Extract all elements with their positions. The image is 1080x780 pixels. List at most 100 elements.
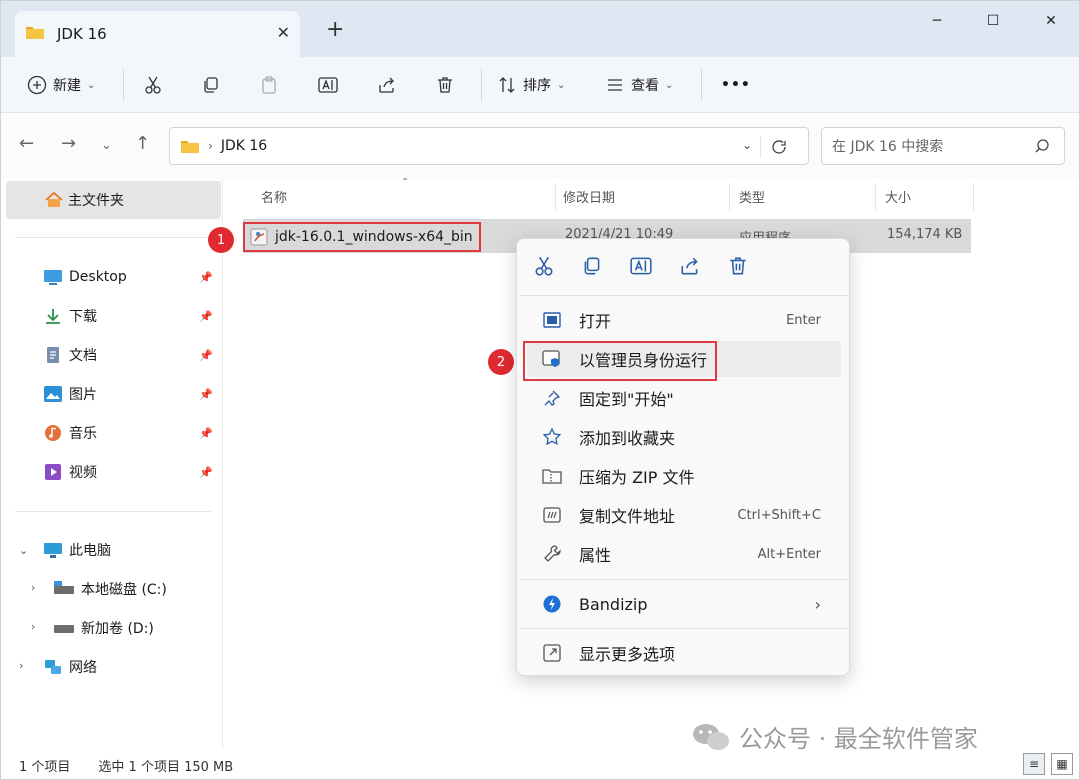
column-header-name[interactable]: 名称 xyxy=(261,179,287,213)
show-more-icon xyxy=(541,643,563,663)
copy-icon xyxy=(204,77,218,93)
trash-icon[interactable] xyxy=(727,255,749,277)
menu-item-copy-path[interactable]: 复制文件地址 Ctrl+Shift+C xyxy=(527,497,841,533)
sidebar-item-network[interactable]: 网络 xyxy=(43,649,221,685)
new-button[interactable]: 新建 ⌄ xyxy=(27,69,95,101)
sidebar-item-music[interactable]: 音乐 📌 xyxy=(43,415,221,451)
sidebar-item-drive-d[interactable]: 新加卷 (D:) xyxy=(53,610,221,646)
paste-button[interactable] xyxy=(259,69,279,101)
menu-item-open[interactable]: 打开 Enter xyxy=(527,302,841,338)
chevron-right-icon[interactable]: › xyxy=(31,581,35,594)
close-button[interactable]: ✕ xyxy=(1031,11,1071,31)
sidebar-item-label: 音乐 xyxy=(69,426,97,442)
search-input[interactable]: 在 JDK 16 中搜索 xyxy=(821,127,1065,165)
pin-icon[interactable]: 📌 xyxy=(199,388,213,401)
context-menu: 打开 Enter 以管理员身份运行 固定到"开始" 添加到收藏夹 压缩为 ZIP… xyxy=(516,238,850,676)
menu-item-pin-to-start[interactable]: 固定到"开始" xyxy=(527,380,841,416)
up-arrow-icon[interactable]: ↑ xyxy=(135,135,150,153)
minimize-button[interactable]: ─ xyxy=(917,11,957,31)
scissors-icon[interactable] xyxy=(533,255,555,277)
sort-icon xyxy=(499,77,515,93)
menu-item-label: 打开 xyxy=(579,312,612,331)
sidebar-item-videos[interactable]: 视频 📌 xyxy=(43,454,221,490)
column-header-size[interactable]: 大小 xyxy=(885,179,911,213)
sidebar-item-home[interactable]: 主文件夹 xyxy=(6,181,221,219)
chevron-down-icon[interactable]: ⌄ xyxy=(19,544,28,557)
pin-icon[interactable]: 📌 xyxy=(199,271,213,284)
cut-button[interactable] xyxy=(143,69,163,101)
pin-icon xyxy=(541,389,563,407)
share-button[interactable] xyxy=(377,69,397,101)
network-icon xyxy=(45,660,61,674)
step-badge-1: 1 xyxy=(208,227,234,253)
menu-item-show-more-options[interactable]: 显示更多选项 xyxy=(527,635,841,671)
sort-label: 排序 xyxy=(523,78,551,94)
more-options-button[interactable]: ••• xyxy=(721,69,751,101)
column-header-modified[interactable]: 修改日期 xyxy=(563,179,615,213)
context-divider xyxy=(519,579,849,580)
view-switcher: ≡ ▦ xyxy=(1023,753,1073,775)
sidebar-item-label: 此电脑 xyxy=(69,543,111,559)
sort-button[interactable]: 排序 ⌄ xyxy=(497,69,565,101)
pin-icon[interactable]: 📌 xyxy=(199,310,213,323)
menu-item-properties[interactable]: 属性 Alt+Enter xyxy=(527,536,841,572)
view-button[interactable]: 查看 ⌄ xyxy=(605,69,673,101)
details-view-icon[interactable]: ≡ xyxy=(1023,753,1045,775)
new-tab-button[interactable]: + xyxy=(326,19,344,41)
address-bar[interactable]: › JDK 16 ⌄ xyxy=(169,127,809,165)
sidebar-item-desktop[interactable]: Desktop 📌 xyxy=(43,259,221,295)
tab-close-icon[interactable]: ✕ xyxy=(277,23,290,42)
drive-d-icon xyxy=(54,625,74,633)
back-arrow-icon[interactable]: ← xyxy=(19,135,34,153)
forward-arrow-icon[interactable]: → xyxy=(61,135,76,153)
search-icon[interactable] xyxy=(1034,138,1050,158)
menu-item-shortcut: Ctrl+Shift+C xyxy=(737,507,821,523)
file-name-cell[interactable]: jdk-16.0.1_windows-x64_bin xyxy=(243,222,481,252)
address-history-chevron-icon[interactable]: ⌄ xyxy=(742,138,752,152)
menu-item-label: 复制文件地址 xyxy=(579,507,676,526)
step-badge-2: 2 xyxy=(488,349,514,375)
sidebar-item-label: 本地磁盘 (C:) xyxy=(81,582,167,598)
tab-title: JDK 16 xyxy=(57,25,107,43)
chevron-right-icon[interactable]: › xyxy=(19,659,23,672)
recent-locations-chevron-icon[interactable]: ⌄ xyxy=(101,139,112,152)
column-header-type[interactable]: 类型 xyxy=(739,179,765,213)
sidebar-item-label: 网络 xyxy=(69,660,97,676)
sidebar-item-this-pc[interactable]: 此电脑 xyxy=(43,532,221,568)
sidebar-item-downloads[interactable]: 下载 📌 xyxy=(43,298,221,334)
share-icon[interactable] xyxy=(679,255,701,277)
chevron-right-icon[interactable]: › xyxy=(31,620,35,633)
delete-button[interactable] xyxy=(435,69,455,101)
sidebar-item-documents[interactable]: 文档 📌 xyxy=(43,337,221,373)
rename-button[interactable] xyxy=(317,69,339,101)
column-divider xyxy=(875,183,876,211)
tab-jdk16[interactable]: JDK 16 ✕ xyxy=(15,11,300,57)
desktop-icon xyxy=(44,270,62,285)
star-icon xyxy=(541,427,563,447)
copy-icon[interactable] xyxy=(581,255,603,277)
pin-icon[interactable]: 📌 xyxy=(199,466,213,479)
refresh-icon[interactable] xyxy=(760,136,796,158)
documents-icon xyxy=(47,347,59,363)
menu-item-label: Bandizip xyxy=(579,594,648,614)
navigation-pane: 主文件夹 Desktop 📌 下载 📌 文档 📌 图片 📌 音乐 📌 视频 📌 … xyxy=(1,179,223,749)
pin-icon[interactable]: 📌 xyxy=(199,349,213,362)
tiles-view-icon[interactable]: ▦ xyxy=(1051,753,1073,775)
menu-item-shortcut: Enter xyxy=(786,312,821,328)
copy-button[interactable] xyxy=(201,69,221,101)
file-explorer-window: JDK 16 ✕ + ─ ☐ ✕ 新建 ⌄ 排序 ⌄ 查看 ⌄ ••• ← → … xyxy=(0,0,1080,780)
maximize-button[interactable]: ☐ xyxy=(973,11,1013,31)
menu-item-add-to-favorites[interactable]: 添加到收藏夹 xyxy=(527,419,841,455)
pin-icon[interactable]: 📌 xyxy=(199,427,213,440)
rename-icon[interactable] xyxy=(629,255,653,277)
home-icon xyxy=(45,191,63,207)
computer-icon xyxy=(44,543,62,558)
menu-item-bandizip[interactable]: Bandizip › xyxy=(527,586,841,622)
menu-item-compress-zip[interactable]: 压缩为 ZIP 文件 xyxy=(527,458,841,494)
column-divider xyxy=(973,183,974,211)
sidebar-item-pictures[interactable]: 图片 📌 xyxy=(43,376,221,412)
sidebar-item-label: Desktop xyxy=(69,269,127,285)
wrench-icon xyxy=(541,544,563,564)
sidebar-item-drive-c[interactable]: 本地磁盘 (C:) xyxy=(53,571,221,607)
breadcrumb-jdk16[interactable]: JDK 16 xyxy=(221,138,267,154)
